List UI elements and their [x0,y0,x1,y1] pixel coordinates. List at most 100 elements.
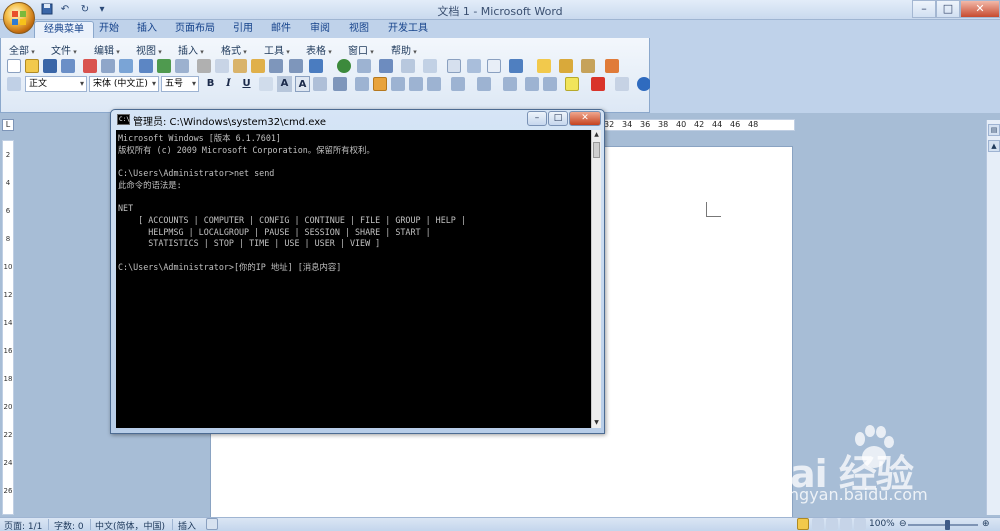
align-center-icon[interactable] [373,77,387,91]
style-select[interactable]: 正文 [25,76,87,92]
maximize-button[interactable]: □ [936,0,960,18]
spelling-icon[interactable] [157,59,171,73]
border-icon[interactable] [259,77,273,91]
bold-button[interactable]: B [203,76,218,92]
translate-icon[interactable] [175,59,189,73]
insert-mode[interactable]: 插入 [178,519,196,531]
refresh-icon[interactable] [309,59,323,73]
highlight-icon[interactable] [565,77,579,91]
full-screen-icon[interactable] [509,59,523,73]
menu-table[interactable]: 表格 [306,42,332,57]
menu-window[interactable]: 窗口 [348,42,374,57]
research-icon[interactable] [139,59,153,73]
char-shading-button[interactable]: A [295,76,310,92]
char-border-button[interactable]: A [277,76,292,92]
show-hide-icon[interactable] [467,59,481,73]
decrease-indent-icon[interactable] [525,77,539,91]
justify-icon[interactable] [409,77,423,91]
word-count[interactable]: 字数: 0 [54,519,84,531]
zoom-icon[interactable] [487,59,501,73]
distributed-icon[interactable] [427,77,441,91]
align-left-icon[interactable] [355,77,369,91]
cmd-minimize-button[interactable]: – [527,111,547,126]
cmd-scroll-down-icon[interactable]: ▼ [592,418,601,428]
tab-home[interactable]: 开始 [90,21,128,38]
close-button[interactable]: ✕ [960,0,1000,18]
font-select[interactable]: 宋体 (中文正) [89,76,159,92]
tab-page-layout[interactable]: 页面布局 [166,21,224,38]
print-layout-view-icon[interactable] [797,518,809,530]
drawing-icon[interactable] [423,59,437,73]
paste-icon[interactable] [233,59,247,73]
format-painter-icon[interactable] [251,59,265,73]
print-icon[interactable] [101,59,115,73]
language-indicator[interactable]: 中文(简体，中国) [95,519,165,531]
cmd-scrollbar[interactable]: ▲ ▼ [591,130,601,428]
template-icon[interactable] [581,59,595,73]
cmd-close-button[interactable]: ✕ [569,111,601,126]
menu-format[interactable]: 格式 [221,42,247,57]
italic-button[interactable]: I [221,76,236,92]
scroll-up-button[interactable]: ▲ [988,140,1000,152]
cmd-scroll-thumb[interactable] [593,142,600,158]
cmd-maximize-button[interactable]: □ [548,111,568,126]
zoom-level[interactable]: 100% [869,519,895,529]
columns-icon[interactable] [401,59,415,73]
zoom-out-icon[interactable]: ⊖ [899,519,907,529]
folder-icon[interactable] [537,59,551,73]
arrow-icon[interactable] [333,77,347,91]
hyperlink-icon[interactable] [337,59,351,73]
char-scale-icon[interactable] [313,77,327,91]
align-right-icon[interactable] [391,77,405,91]
tab-developer[interactable]: 开发工具 [379,21,437,38]
table-icon[interactable] [357,59,371,73]
new-document-icon[interactable] [7,59,21,73]
zoom-slider[interactable] [908,524,978,526]
underline-button[interactable]: U [239,76,254,92]
save-icon[interactable] [43,59,57,73]
insert-table-icon[interactable] [379,59,393,73]
print-preview-icon[interactable] [61,59,75,73]
cmd-window[interactable]: C:\ 管理员: C:\Windows\system32\cmd.exe – □… [110,109,605,434]
help-icon[interactable] [637,77,651,91]
minimize-button[interactable]: – [912,0,936,18]
zoom-slider-thumb[interactable] [945,520,950,530]
tab-view[interactable]: 视图 [340,21,378,38]
tab-review[interactable]: 审阅 [301,21,339,38]
tab-mailings[interactable]: 邮件 [262,21,300,38]
font-color-icon[interactable] [591,77,605,91]
tab-references[interactable]: 引用 [224,21,262,38]
menu-all[interactable]: 全部 [9,42,35,57]
open-folder-icon[interactable] [25,59,39,73]
menu-view[interactable]: 视图 [136,42,162,57]
copy-icon[interactable] [215,59,229,73]
undo-icon[interactable] [269,59,283,73]
cmd-scroll-up-icon[interactable]: ▲ [592,130,601,140]
tab-selector[interactable]: L [2,119,14,131]
menu-tools[interactable]: 工具 [264,42,290,57]
preview-icon[interactable] [119,59,133,73]
cut-icon[interactable] [197,59,211,73]
ruler-toggle-icon[interactable]: ▤ [988,124,1000,136]
menu-insert[interactable]: 插入 [178,42,204,57]
pdf-icon[interactable] [83,59,97,73]
page-count[interactable]: 页面: 1/1 [4,519,42,531]
bullets-icon[interactable] [503,77,517,91]
full-screen-reading-icon[interactable] [812,518,824,530]
numbering-icon[interactable] [477,77,491,91]
font-size-select[interactable]: 五号 [161,76,199,92]
vertical-ruler[interactable]: 2 4 6 8 10 12 14 16 18 20 22 24 26 [2,140,14,515]
menu-edit[interactable]: 编辑 [94,42,120,57]
console-output[interactable]: Microsoft Windows [版本 6.1.7601] 版权所有 (c)… [116,130,591,428]
menu-help[interactable]: 帮助 [391,42,417,57]
tab-insert[interactable]: 插入 [128,21,166,38]
redo-icon[interactable] [289,59,303,73]
style-icon[interactable] [605,59,619,73]
line-spacing-icon[interactable] [451,77,465,91]
web-layout-icon[interactable] [826,518,838,530]
document-map-icon[interactable] [447,59,461,73]
menu-file[interactable]: 文件 [51,42,77,57]
tab-classic-menu[interactable]: 经典菜单 [34,21,94,38]
styles-icon[interactable] [7,77,21,91]
envelope-icon[interactable] [559,59,573,73]
